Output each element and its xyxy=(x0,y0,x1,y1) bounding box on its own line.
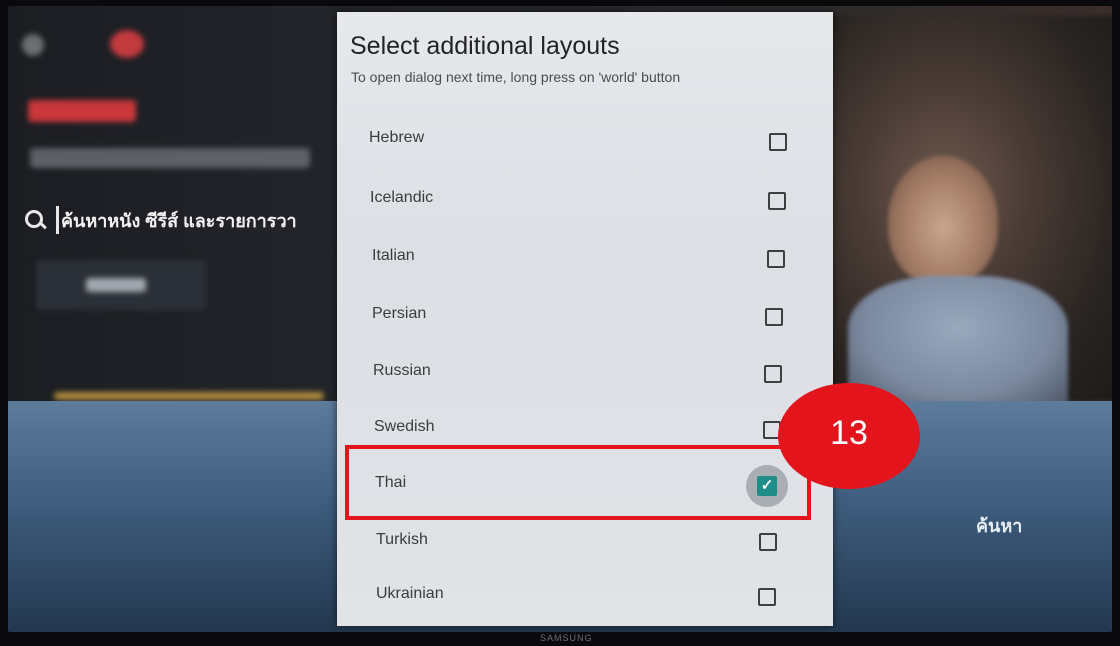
show-title-blur xyxy=(30,148,310,168)
layout-option-italian[interactable]: Italian xyxy=(337,230,833,286)
text-cursor xyxy=(56,206,59,234)
layout-option-label: Persian xyxy=(372,305,427,322)
genre-tag xyxy=(28,100,136,122)
thumbnail-strip xyxy=(54,392,324,400)
search-key-label[interactable]: ค้นหา xyxy=(976,511,1022,540)
play-icon xyxy=(86,278,146,292)
checkbox[interactable] xyxy=(767,250,785,268)
checkbox[interactable] xyxy=(758,588,776,606)
tv-brand-logo: SAMSUNG xyxy=(540,633,593,643)
profile-icon xyxy=(22,34,44,56)
brand-logo-icon xyxy=(110,30,144,58)
checkbox[interactable] xyxy=(769,133,787,151)
layout-option-label: Ukrainian xyxy=(376,585,444,602)
layout-option-label: Swedish xyxy=(374,418,435,435)
layout-option-label: Russian xyxy=(373,362,431,379)
featured-body-image xyxy=(848,276,1068,406)
dialog-subtitle: To open dialog next time, long press on … xyxy=(351,69,681,85)
checkbox[interactable] xyxy=(764,365,782,383)
checkbox[interactable] xyxy=(759,533,777,551)
layout-option-hebrew[interactable]: Hebrew xyxy=(337,112,833,168)
layout-option-label: Icelandic xyxy=(370,189,434,206)
checkbox[interactable] xyxy=(765,308,783,326)
highlight-box xyxy=(345,445,811,520)
search-input-text[interactable]: ค้นหาหนัง ซีรีส์ และรายการวา xyxy=(61,206,331,235)
featured-face-image xyxy=(888,156,998,286)
layout-dialog: Select additional layouts To open dialog… xyxy=(337,12,833,626)
dialog-title: Select additional layouts xyxy=(350,32,620,60)
layout-option-ukrainian[interactable]: Ukrainian xyxy=(337,568,833,624)
checkbox[interactable] xyxy=(768,192,786,210)
layout-option-persian[interactable]: Persian xyxy=(337,288,833,344)
layout-option-label: Turkish xyxy=(376,531,428,548)
layout-option-turkish[interactable]: Turkish xyxy=(337,514,833,570)
search-bar[interactable]: ค้นหาหนัง ซีรีส์ และรายการวา xyxy=(22,202,331,238)
layout-option-russian[interactable]: Russian xyxy=(337,345,833,401)
layout-option-icelandic[interactable]: Icelandic xyxy=(337,172,833,228)
layout-option-label: Hebrew xyxy=(369,129,425,146)
search-icon xyxy=(22,207,48,233)
layout-option-label: Italian xyxy=(372,247,415,264)
step-number-badge: 13 xyxy=(778,383,920,489)
